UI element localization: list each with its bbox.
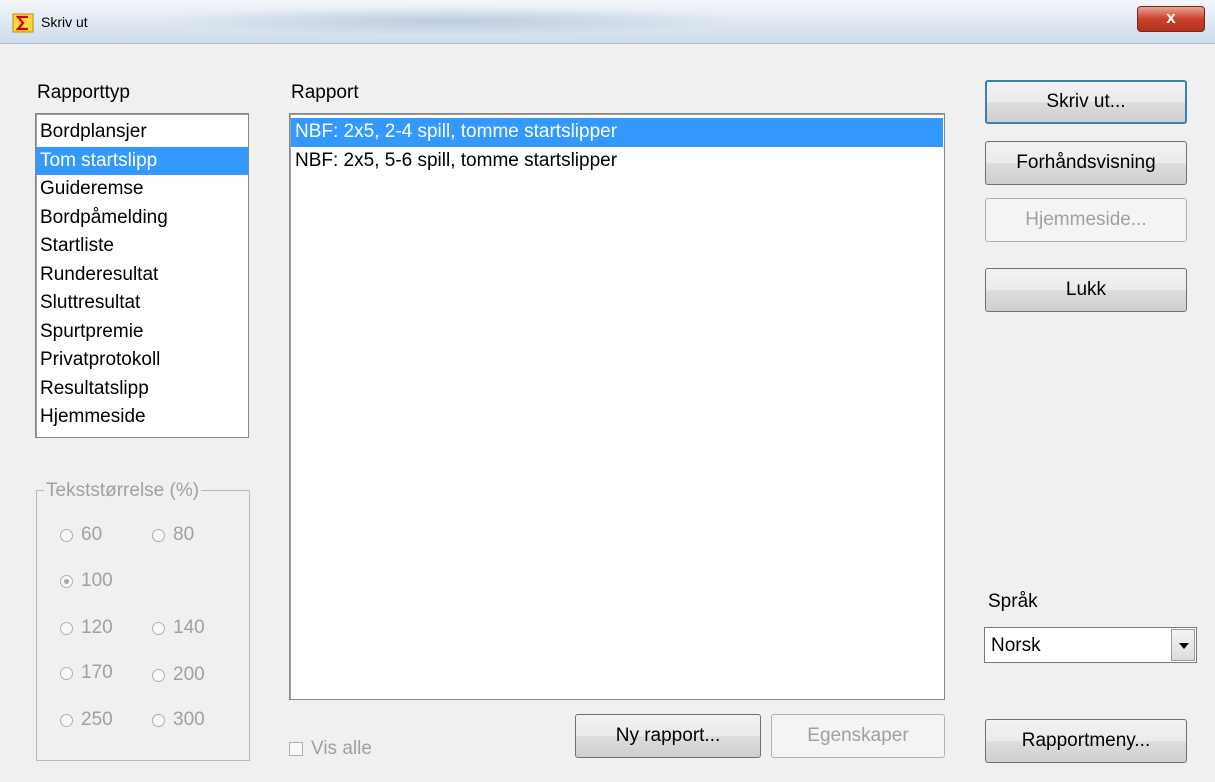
report-type-list[interactable]: Bordplansjer Tom startslipp Guideremse Bord… [35, 113, 249, 438]
text-size-radio-140[interactable]: 140 [152, 617, 205, 639]
text-size-radio-label: 300 [173, 709, 205, 730]
text-size-radio-200[interactable]: 200 [152, 664, 205, 686]
language-label: Språk [988, 591, 1038, 612]
radio-dot-icon[interactable] [152, 668, 165, 682]
text-size-radio-60[interactable]: 60 [60, 524, 102, 546]
close-window-button[interactable]: x [1137, 6, 1205, 32]
text-size-radio-label: 250 [81, 709, 113, 730]
close-button[interactable]: Lukk [985, 268, 1187, 312]
text-size-radio-label: 100 [81, 570, 113, 591]
radio-dot-icon[interactable] [60, 574, 73, 588]
text-size-radio-80[interactable]: 80 [152, 524, 194, 546]
show-all-checkbox-box[interactable] [289, 742, 303, 756]
report-type-item[interactable]: Bordplansjer [36, 118, 248, 147]
text-size-radio-label: 200 [173, 664, 205, 685]
report-type-item[interactable]: Runderesultat [36, 261, 248, 290]
text-size-radio-label: 140 [173, 617, 205, 638]
text-size-radio-label: 80 [173, 524, 195, 545]
radio-dot-icon[interactable] [60, 528, 73, 542]
window-title: Skriv ut [41, 14, 88, 30]
show-all-checkbox[interactable]: Vis alle [289, 738, 372, 760]
text-size-radio-100[interactable]: 100 [60, 570, 113, 592]
properties-button[interactable]: Egenskaper [771, 714, 945, 758]
text-size-radio-label: 60 [81, 524, 103, 545]
report-label: Rapport [291, 82, 359, 103]
radio-dot-icon[interactable] [60, 621, 73, 635]
radio-dot-icon[interactable] [152, 713, 165, 727]
language-select[interactable]: Norsk [984, 627, 1197, 663]
homepage-button[interactable]: Hjemmeside... [985, 198, 1187, 242]
report-item[interactable]: NBF: 2x5, 2-4 spill, tomme startslipper [291, 118, 943, 147]
report-item[interactable]: NBF: 2x5, 5-6 spill, tomme startslipper [291, 147, 943, 176]
title-bar: Skriv ut x [0, 0, 1215, 44]
report-type-item[interactable]: Resultatslipp [36, 375, 248, 404]
print-button[interactable]: Skriv ut... [985, 80, 1187, 124]
sigma-icon [12, 13, 34, 33]
report-type-item[interactable]: Spurtpremie [36, 318, 248, 347]
report-type-item[interactable]: Privatprotokoll [36, 346, 248, 375]
radio-dot-icon[interactable] [60, 666, 73, 680]
text-size-radio-label: 120 [81, 617, 113, 638]
report-list[interactable]: NBF: 2x5, 2-4 spill, tomme startslipper N… [289, 113, 945, 700]
chevron-down-icon[interactable] [1171, 629, 1195, 661]
new-report-button[interactable]: Ny rapport... [575, 714, 761, 758]
report-menu-button[interactable]: Rapportmeny... [985, 719, 1187, 763]
report-type-item[interactable]: Guideremse [36, 175, 248, 204]
title-bar-glow [150, 6, 750, 36]
report-type-item[interactable]: Startliste [36, 232, 248, 261]
text-size-radio-label: 170 [81, 662, 113, 683]
report-type-item[interactable]: Hjemmeside [36, 403, 248, 432]
radio-dot-icon[interactable] [152, 528, 165, 542]
report-type-item[interactable]: Tom startslipp [36, 146, 248, 175]
text-size-radio-120[interactable]: 120 [60, 617, 113, 639]
text-size-radio-170[interactable]: 170 [60, 662, 113, 684]
preview-button[interactable]: Forhåndsvisning [985, 141, 1187, 185]
text-size-radio-250[interactable]: 250 [60, 709, 113, 731]
text-size-radio-300[interactable]: 300 [152, 709, 205, 731]
radio-dot-icon[interactable] [152, 621, 165, 635]
radio-dot-icon[interactable] [60, 713, 73, 727]
show-all-label: Vis alle [311, 738, 372, 759]
report-type-item[interactable]: Bordpåmelding [36, 204, 248, 233]
text-size-group-title: Tekststørrelse (%) [44, 480, 202, 502]
report-type-item[interactable]: Sluttresultat [36, 289, 248, 318]
report-type-label: Rapporttyp [37, 82, 130, 103]
language-select-value: Norsk [991, 635, 1041, 656]
